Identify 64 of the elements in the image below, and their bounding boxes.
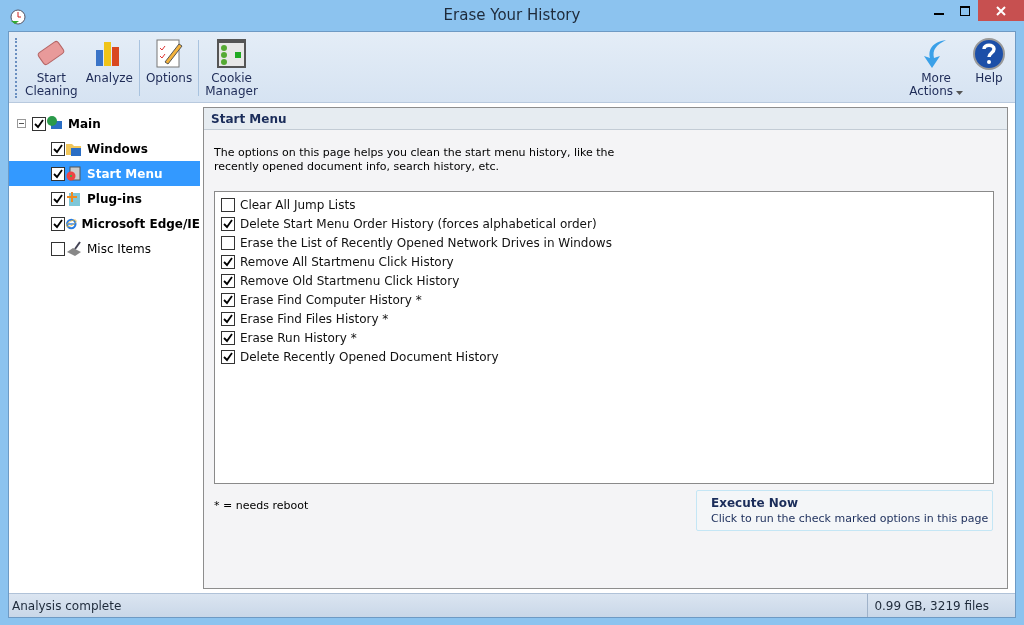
check-mark-icon	[223, 332, 233, 343]
checkbox[interactable]	[221, 235, 235, 250]
panel-title: Start Menu	[204, 108, 1007, 130]
tree-item[interactable]: Plug-ins	[9, 186, 200, 211]
close-icon	[996, 5, 1006, 16]
app-clock-icon	[9, 7, 27, 25]
plugin-icon	[65, 189, 83, 208]
broom-tray-icon	[65, 239, 83, 258]
checkbox[interactable]	[221, 311, 235, 326]
check-mark-icon	[223, 218, 233, 229]
toolbar-button[interactable]: Options	[141, 34, 197, 102]
option-label: Remove All Startmenu Click History	[240, 254, 454, 269]
option-label: Erase Find Files History *	[240, 311, 389, 326]
check-mark-icon	[53, 193, 63, 204]
check-mark-icon	[53, 218, 63, 229]
minimize-icon	[934, 13, 944, 15]
status-message: Analysis complete	[11, 598, 123, 613]
option-label: Erase the List of Recently Opened Network Drives in Windows	[240, 235, 612, 250]
collapse-icon[interactable]	[17, 119, 26, 128]
toolbar-button[interactable]: More Actions	[905, 34, 967, 102]
checkbox[interactable]	[32, 116, 46, 131]
panel-description: The options on this page helps you clean the start menu history, like the recently opened document info, search history, etc.	[214, 146, 616, 174]
reboot-note: * = needs reboot	[214, 499, 309, 514]
check-mark-icon	[223, 294, 233, 305]
check-mark-icon	[223, 275, 233, 286]
maximize-icon	[960, 5, 970, 16]
tree-item[interactable]: Main	[9, 111, 200, 136]
execute-now-button[interactable]: Execute Now Click to run the check marked options in this page	[696, 490, 993, 531]
tree-item[interactable]: Misc Items	[9, 236, 200, 261]
toolbar-button[interactable]: Start Cleaning	[21, 34, 82, 102]
checkbox[interactable]	[51, 141, 65, 156]
close-button[interactable]	[978, 0, 1024, 21]
toolbar-button[interactable]: Analyze	[81, 34, 137, 102]
option-label: Remove Old Startmenu Click History	[240, 273, 460, 288]
tree-item[interactable]: Microsoft Edge/IE	[9, 211, 200, 236]
checkbox[interactable]	[51, 241, 65, 256]
checkbox[interactable]	[221, 330, 235, 345]
option-label: Clear All Jump Lists	[240, 197, 356, 212]
option-label: Erase Run History *	[240, 330, 357, 345]
checkbox[interactable]	[221, 349, 235, 364]
checkbox[interactable]	[221, 254, 235, 269]
checkbox[interactable]	[221, 292, 235, 307]
checkbox[interactable]	[51, 216, 65, 231]
check-mark-icon	[223, 313, 233, 324]
check-mark-icon	[223, 351, 233, 362]
option-label: Erase Find Computer History *	[240, 292, 422, 307]
status-summary: 0.99 GB, 3219 files	[867, 594, 1015, 617]
check-mark-icon	[223, 256, 233, 267]
window-title: Erase Your History	[443, 6, 581, 24]
check-mark-icon	[53, 168, 63, 179]
checkbox[interactable]	[221, 197, 235, 212]
start-menu-icon	[65, 164, 83, 183]
checkbox[interactable]	[51, 191, 65, 206]
check-mark-icon	[34, 118, 44, 129]
option-label: Delete Start Menu Order History (forces alphabetical order)	[240, 216, 597, 231]
checkbox[interactable]	[221, 273, 235, 288]
tree-item[interactable]: Windows	[9, 136, 200, 161]
toolbar-button[interactable]: Help	[967, 34, 1011, 102]
checkbox[interactable]	[221, 216, 235, 231]
option-label: Delete Recently Opened Document History	[240, 349, 499, 364]
help-icon	[971, 36, 1007, 72]
checkbox[interactable]	[51, 166, 65, 181]
toolbar-button[interactable]: Cookie Manager	[201, 34, 262, 102]
check-mark-icon	[53, 143, 63, 154]
